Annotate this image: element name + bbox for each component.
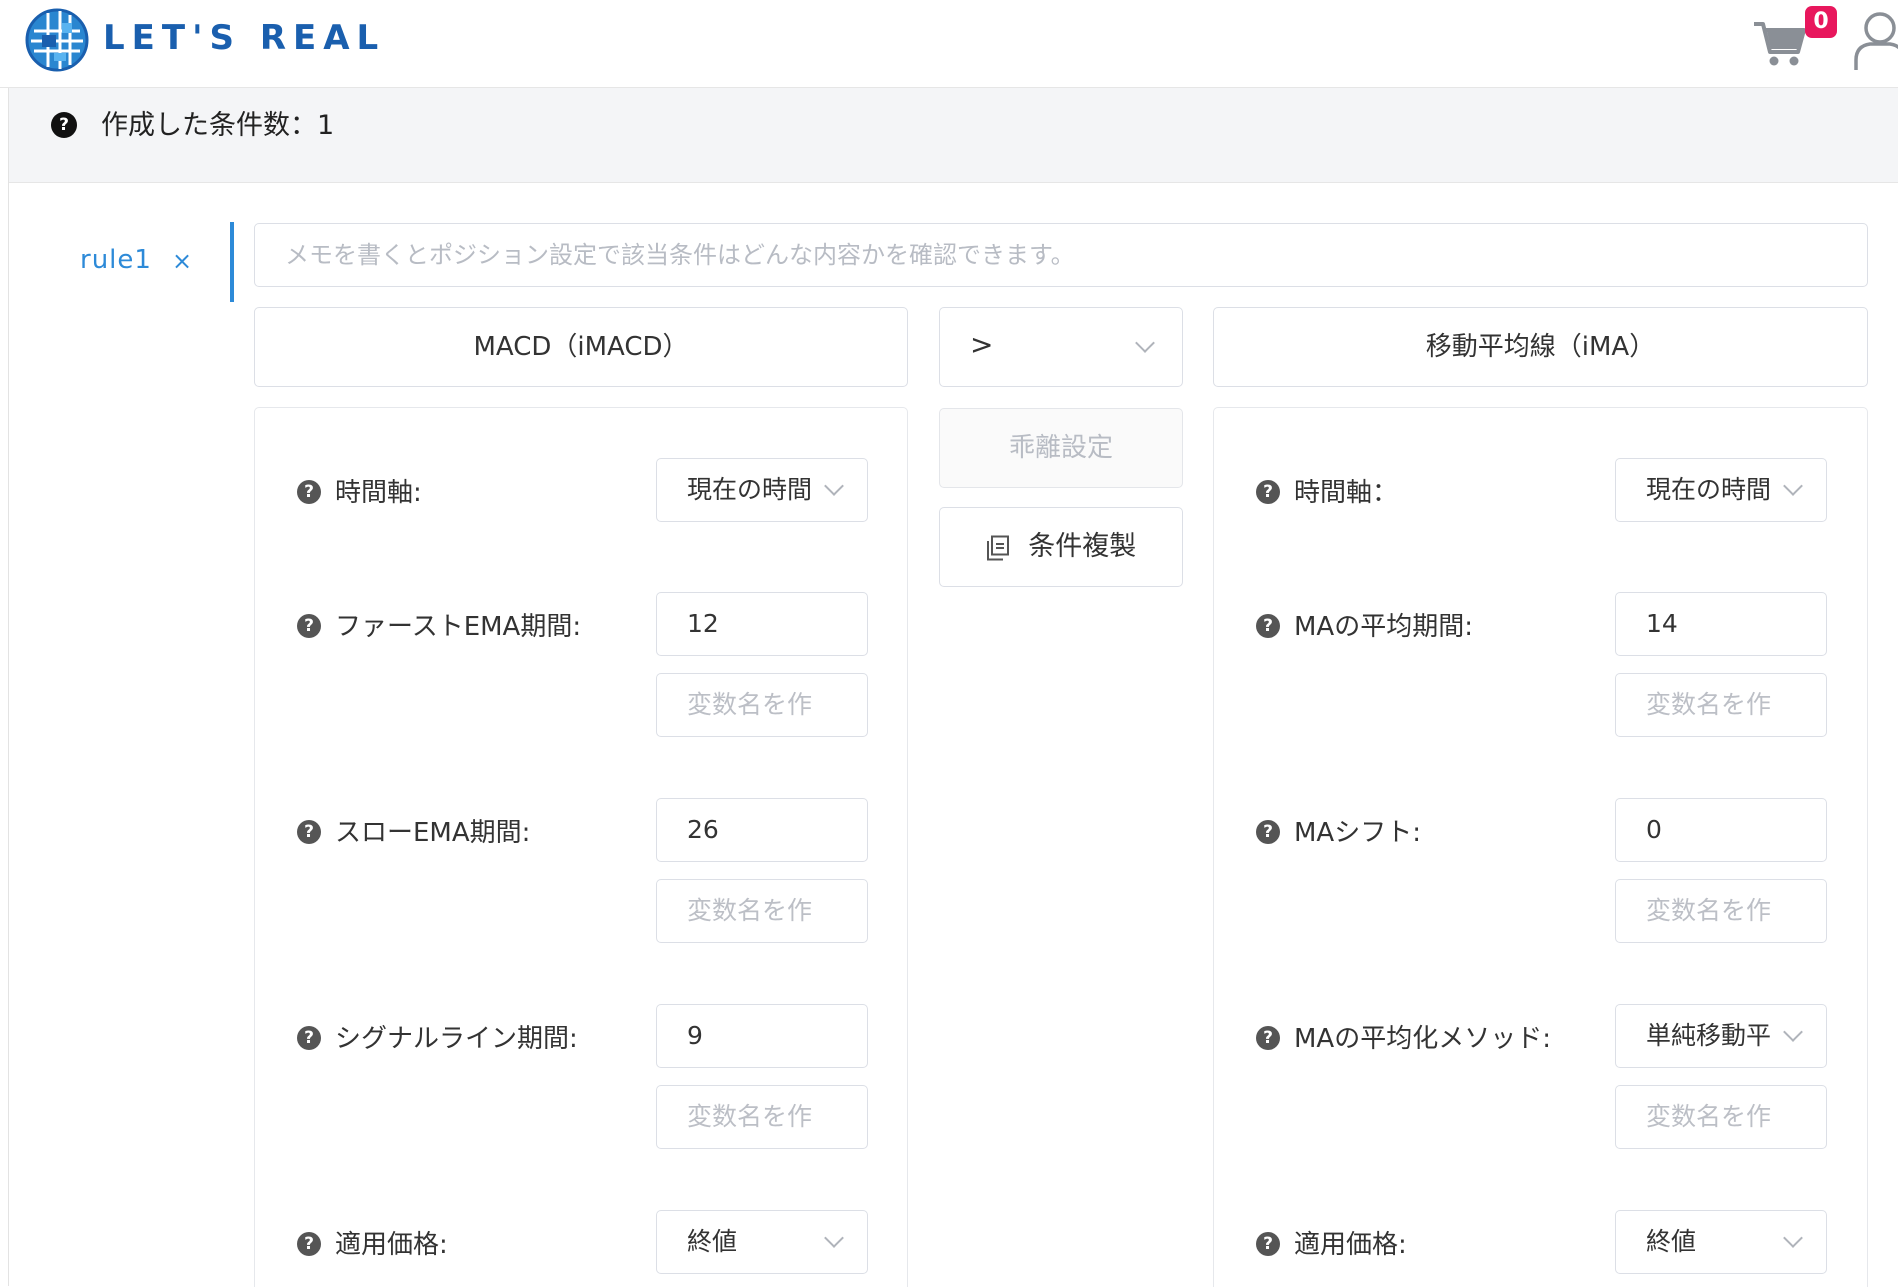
help-icon[interactable]: ?: [297, 613, 321, 638]
cart-icon[interactable]: [1752, 18, 1810, 68]
active-tab-indicator: [230, 222, 234, 302]
right-timeframe-label: ? 時間軸：: [1256, 472, 1398, 509]
brand-name[interactable]: LET'S REAL: [103, 18, 385, 58]
help-icon[interactable]: ?: [1256, 1025, 1280, 1050]
chevron-down-icon: [1135, 333, 1155, 353]
help-icon[interactable]: ?: [297, 1231, 321, 1256]
operator-select[interactable]: >: [939, 307, 1183, 387]
chevron-down-icon: [824, 476, 844, 496]
close-icon[interactable]: ×: [172, 247, 192, 275]
left-signal-line-variable-input[interactable]: 変数名を作: [656, 1085, 868, 1149]
top-header: LET'S REAL 0: [0, 0, 1898, 88]
duplicate-condition-button[interactable]: 条件複製: [939, 507, 1183, 587]
right-ma-shift-variable-input[interactable]: 変数名を作: [1615, 879, 1827, 943]
left-fast-ema-label: ? ファーストEMA期間:: [297, 606, 581, 643]
deviation-settings-label: 乖離設定: [1008, 433, 1113, 463]
left-timeframe-label: ? 時間軸:: [297, 472, 422, 509]
help-icon[interactable]: ?: [1256, 819, 1280, 844]
right-ma-shift-input[interactable]: 0: [1615, 798, 1827, 862]
right-ma-method-select[interactable]: 単純移動平: [1615, 1004, 1827, 1068]
right-indicator-button[interactable]: 移動平均線（iMA）: [1213, 307, 1868, 387]
cart-count-badge: 0: [1805, 6, 1837, 38]
right-applied-price-select[interactable]: 終値: [1615, 1210, 1827, 1274]
help-icon[interactable]: ?: [297, 1025, 321, 1050]
user-icon[interactable]: [1852, 8, 1898, 72]
left-slow-ema-variable-input[interactable]: 変数名を作: [656, 879, 868, 943]
left-fast-ema-input[interactable]: 12: [656, 592, 868, 656]
right-ma-period-variable-input[interactable]: 変数名を作: [1615, 673, 1827, 737]
right-ma-method-label: ? MAの平均化メソッド:: [1256, 1018, 1551, 1055]
help-icon[interactable]: ?: [1256, 479, 1280, 504]
operator-value: >: [970, 328, 994, 361]
left-signal-line-input[interactable]: 9: [656, 1004, 868, 1068]
help-icon[interactable]: ?: [297, 479, 321, 504]
memo-input[interactable]: [254, 223, 1868, 287]
help-icon[interactable]: ?: [297, 819, 321, 844]
help-icon[interactable]: ?: [1256, 613, 1280, 638]
left-signal-line-label: ? シグナルライン期間:: [297, 1018, 578, 1055]
condition-summary-bar: ? 作成した条件数：1: [9, 88, 1898, 183]
rule-tab-label[interactable]: rule1: [80, 245, 152, 275]
chevron-down-icon: [824, 1228, 844, 1248]
left-applied-price-label: ? 適用価格:: [297, 1224, 448, 1261]
right-indicator-label: 移動平均線（iMA）: [1425, 332, 1656, 362]
right-applied-price-label: ? 適用価格:: [1256, 1224, 1407, 1261]
chevron-down-icon: [1783, 1022, 1803, 1042]
left-indicator-button[interactable]: MACD（iMACD）: [254, 307, 908, 387]
left-applied-price-select[interactable]: 終値: [656, 1210, 868, 1274]
condition-count-title: 作成した条件数：1: [101, 110, 335, 141]
chevron-down-icon: [1783, 1228, 1803, 1248]
left-slow-ema-label: ? スローEMA期間:: [297, 812, 530, 849]
right-timeframe-select[interactable]: 現在の時間: [1615, 458, 1827, 522]
chevron-down-icon: [1783, 476, 1803, 496]
left-timeframe-select[interactable]: 現在の時間: [656, 458, 868, 522]
help-icon[interactable]: ?: [1256, 1231, 1280, 1256]
right-ma-period-input[interactable]: 14: [1615, 592, 1827, 656]
left-indicator-label: MACD（iMACD）: [473, 332, 689, 362]
deviation-settings-button[interactable]: 乖離設定: [939, 408, 1183, 488]
help-icon[interactable]: ?: [51, 112, 77, 138]
copy-icon: [986, 535, 1009, 560]
right-ma-shift-label: ? MAシフト:: [1256, 812, 1421, 849]
duplicate-condition-label: 条件複製: [1028, 531, 1137, 562]
left-fast-ema-variable-input[interactable]: 変数名を作: [656, 673, 868, 737]
left-slow-ema-input[interactable]: 26: [656, 798, 868, 862]
globe-logo-icon[interactable]: [24, 7, 90, 73]
right-ma-method-variable-input[interactable]: 変数名を作: [1615, 1085, 1827, 1149]
right-ma-period-label: ? MAの平均期間:: [1256, 606, 1473, 643]
